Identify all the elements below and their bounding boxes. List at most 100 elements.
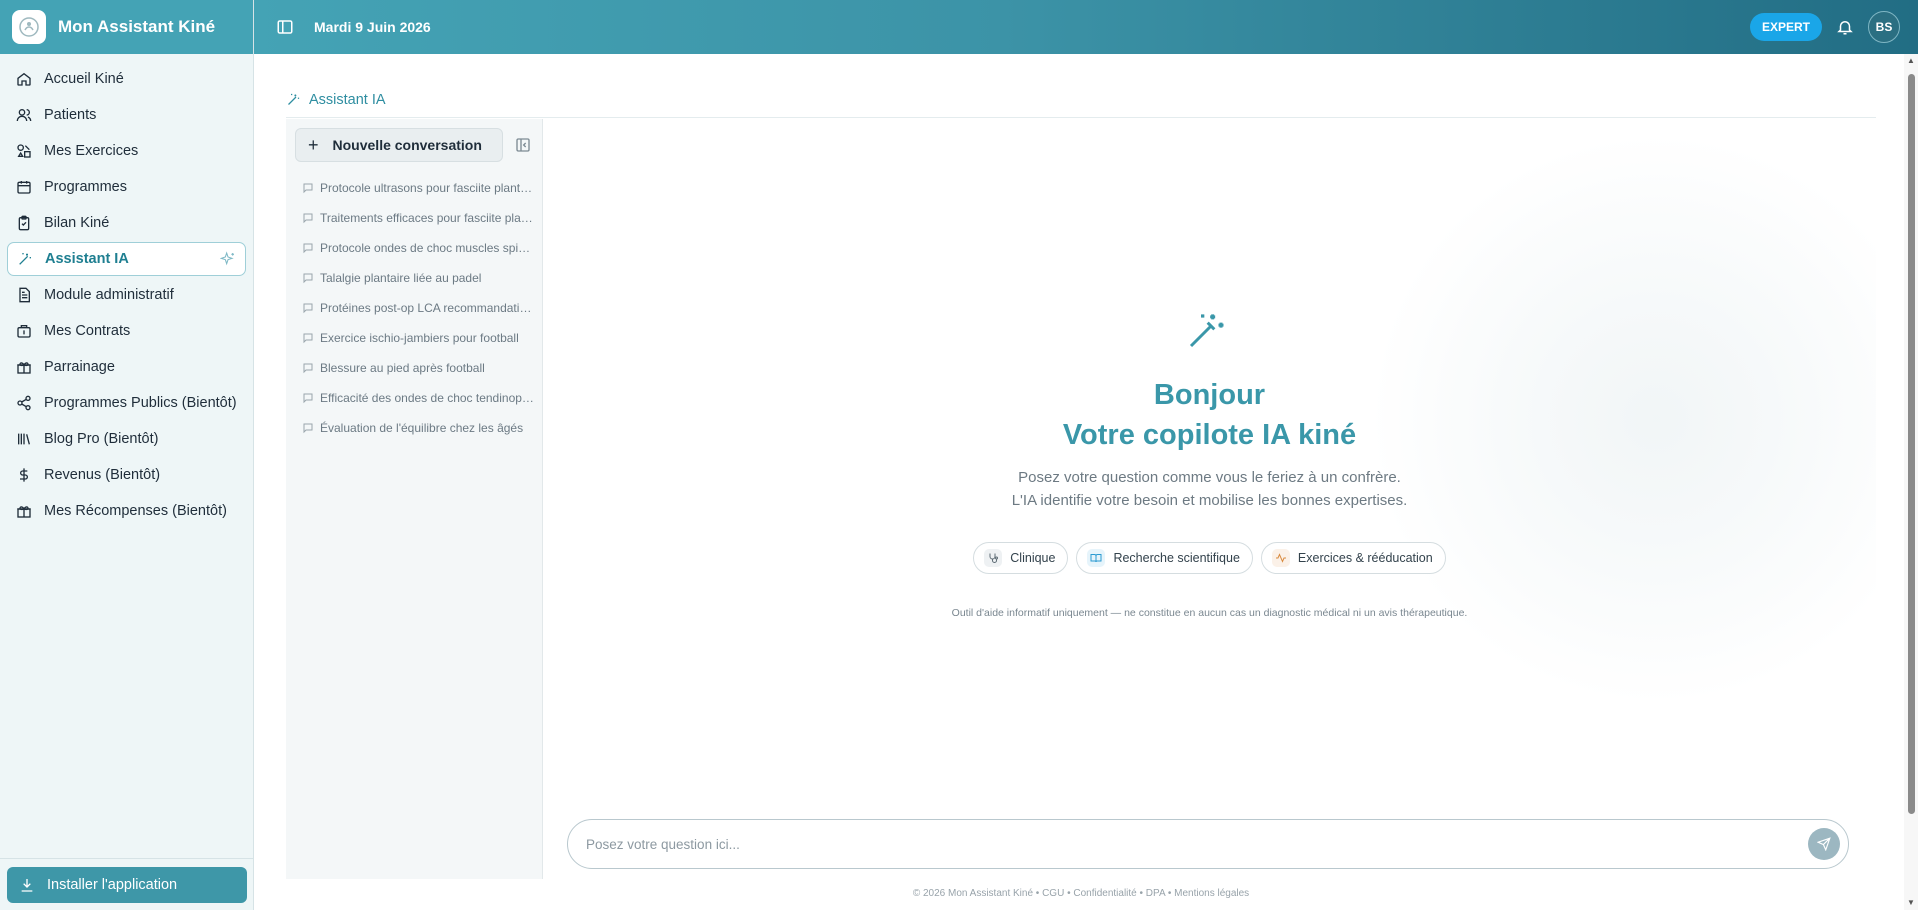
shapes-icon (17, 144, 31, 158)
book-icon (1087, 549, 1106, 567)
main-content: Assistant IA + Nouvelle conversation Pro… (254, 54, 1904, 910)
message-icon (303, 363, 313, 374)
send-icon (1817, 837, 1831, 851)
sidebar-item-label: Revenus (Bientôt) (44, 467, 161, 483)
gift-icon (17, 362, 31, 374)
sidebar-item-accueil[interactable]: Accueil Kiné (7, 62, 246, 96)
chat-area: Bonjour Votre copilote IA kiné Posez vot… (543, 119, 1876, 879)
page-title-text: Assistant IA (309, 92, 386, 108)
conversation-list: Protocole ultrasons pour fasciite planta… (302, 173, 534, 443)
logo-icon (12, 10, 46, 44)
sidebar-item-exercices[interactable]: Mes Exercices (7, 134, 246, 168)
welcome-headline: Votre copilote IA kiné (1062, 419, 1357, 451)
sidebar-item-parrainage[interactable]: Parrainage (7, 350, 246, 384)
install-area: Installer l'application (0, 858, 254, 910)
top-bar: Mardi 9 Juin 2026 EXPERT BS (254, 0, 1918, 54)
question-input-box (567, 819, 1849, 869)
sidebar-item-revenus[interactable]: Revenus (Bientôt) (7, 458, 246, 492)
chip-clinique[interactable]: Clinique (973, 542, 1069, 574)
sidebar-item-blog-pro[interactable]: Blog Pro (Bientôt) (7, 422, 246, 456)
greeting: Bonjour (1153, 379, 1266, 411)
sidebar-item-label: Blog Pro (Bientôt) (44, 431, 159, 447)
briefcase-icon (17, 325, 31, 338)
install-label: Installer l'application (47, 877, 178, 893)
page-title: Assistant IA (286, 92, 1876, 118)
app-title: Mon Assistant Kiné (58, 17, 216, 36)
collapse-panel-icon[interactable] (515, 137, 531, 153)
message-icon (303, 273, 313, 284)
wand-icon (288, 93, 300, 105)
conversation-item[interactable]: Blessure au pied après football (302, 353, 534, 383)
sidebar-item-bilan[interactable]: Bilan Kiné (7, 206, 246, 240)
chip-recherche[interactable]: Recherche scientifique (1076, 542, 1253, 574)
sidebar-item-label: Bilan Kiné (44, 215, 110, 231)
sidebar-toggle-icon[interactable] (276, 18, 294, 36)
dollar-icon (20, 468, 28, 482)
sidebar-item-label: Patients (44, 107, 97, 123)
sidebar-item-label: Programmes (44, 179, 127, 195)
conversation-item[interactable]: Efficacité des ondes de choc tendinopath… (302, 383, 534, 413)
sidebar-item-label: Programmes Publics (Bientôt) (44, 395, 237, 411)
sidebar-item-label: Mes Exercices (44, 143, 139, 159)
brand[interactable]: Mon Assistant Kiné (0, 0, 253, 54)
scroll-down-icon[interactable]: ▼ (1906, 898, 1916, 908)
sidebar-item-module-admin[interactable]: Module administratif (7, 278, 246, 312)
message-icon (303, 393, 313, 404)
gift-icon (17, 506, 31, 518)
welcome-subtitle-1: Posez votre question comme vous le ferie… (1018, 469, 1401, 486)
message-icon (303, 423, 313, 434)
scroll-up-icon[interactable]: ▲ (1906, 56, 1916, 66)
sidebar-item-programmes-publics[interactable]: Programmes Publics (Bientôt) (7, 386, 246, 420)
sidebar-item-label: Module administratif (44, 287, 174, 303)
sidebar: Mon Assistant Kiné Accueil Kiné Patients… (0, 0, 254, 910)
sidebar-nav: Accueil Kiné Patients Mes Exercices Prog… (0, 54, 253, 538)
download-icon (21, 879, 33, 892)
sidebar-item-recompenses[interactable]: Mes Récompenses (Bientôt) (7, 494, 246, 528)
sidebar-item-label: Mes Récompenses (Bientôt) (44, 503, 227, 519)
wand-icon (19, 253, 31, 265)
share-icon (17, 395, 31, 411)
conversation-item[interactable]: Protocole ultrasons pour fasciite planta… (302, 173, 534, 203)
avatar[interactable]: BS (1868, 11, 1900, 43)
message-icon (303, 303, 313, 314)
welcome-subtitle-2: L'IA identifie votre besoin et mobilise … (1011, 492, 1408, 509)
scrollbar[interactable]: ▲ ▼ (1904, 54, 1918, 910)
chip-exercices[interactable]: Exercices & rééducation (1260, 542, 1446, 574)
scroll-thumb[interactable] (1908, 74, 1915, 814)
footer: © 2026 Mon Assistant Kiné • CGU • Confid… (912, 888, 1250, 899)
message-icon (303, 183, 313, 194)
conversation-item[interactable]: Talalgie plantaire liée au padel (302, 263, 534, 293)
message-icon (303, 333, 313, 344)
sidebar-item-label: Accueil Kiné (44, 71, 124, 87)
conversation-item[interactable]: Exercice ischio-jambiers pour football (302, 323, 534, 353)
message-icon (303, 243, 313, 254)
library-icon (18, 433, 30, 445)
send-button[interactable] (1808, 828, 1840, 860)
conversation-item[interactable]: Traitements efficaces pour fasciite plan… (302, 203, 534, 233)
conversation-item[interactable]: Protéines post-op LCA recommandations (302, 293, 534, 323)
clipboard-icon (18, 215, 30, 231)
conversation-item[interactable]: Évaluation de l'équilibre chez les âgés (302, 413, 534, 443)
sparkles-icon (220, 251, 234, 266)
bell-icon[interactable] (1836, 18, 1854, 36)
suggestion-chips: Clinique Recherche scientifique Exercice… (543, 542, 1876, 574)
install-app-button[interactable]: Installer l'application (7, 867, 247, 903)
header-actions: EXPERT BS (1749, 11, 1900, 43)
new-conversation-button[interactable]: + Nouvelle conversation (295, 128, 503, 162)
question-input[interactable] (586, 836, 1808, 852)
home-icon (17, 72, 31, 86)
sidebar-item-patients[interactable]: Patients (7, 98, 246, 132)
conversation-item[interactable]: Protocole ondes de choc muscles spinaux (302, 233, 534, 263)
activity-icon (1271, 549, 1290, 567)
sidebar-item-contrats[interactable]: Mes Contrats (7, 314, 246, 348)
plus-icon: + (308, 134, 319, 155)
disclaimer: Outil d'aide informatif uniquement — ne … (951, 607, 1468, 619)
sidebar-item-assistant-ia[interactable]: Assistant IA (7, 242, 246, 276)
message-icon (303, 213, 313, 224)
sidebar-item-programmes[interactable]: Programmes (7, 170, 246, 204)
calendar-icon (17, 181, 31, 194)
sidebar-item-label: Assistant IA (45, 251, 129, 267)
magic-wand-icon (1189, 314, 1224, 348)
plan-badge[interactable]: EXPERT (1749, 13, 1822, 41)
stethoscope-icon (984, 549, 1003, 567)
